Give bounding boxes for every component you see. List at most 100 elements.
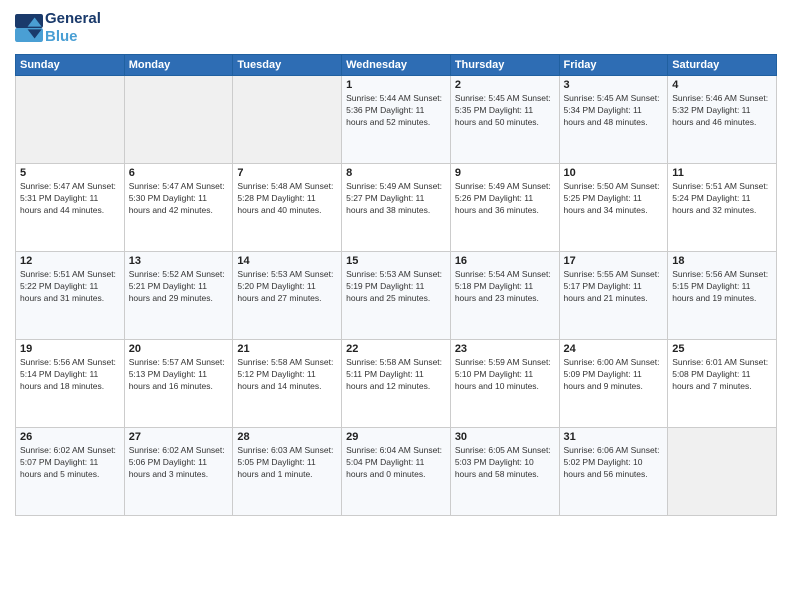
day-info: Sunrise: 5:49 AM Sunset: 5:27 PM Dayligh…: [346, 181, 446, 217]
day-number: 9: [455, 167, 555, 179]
weekday-header-thursday: Thursday: [450, 55, 559, 76]
day-number: 8: [346, 167, 446, 179]
day-number: 17: [564, 255, 664, 267]
logo-text-line2: Blue: [45, 28, 101, 46]
day-info: Sunrise: 5:53 AM Sunset: 5:19 PM Dayligh…: [346, 269, 446, 305]
day-info: Sunrise: 5:53 AM Sunset: 5:20 PM Dayligh…: [237, 269, 337, 305]
calendar-cell: 11Sunrise: 5:51 AM Sunset: 5:24 PM Dayli…: [668, 164, 777, 252]
calendar-cell: [233, 76, 342, 164]
logo-text-line1: General: [45, 10, 101, 28]
day-info: Sunrise: 5:51 AM Sunset: 5:22 PM Dayligh…: [20, 269, 120, 305]
logo-icon: [15, 14, 43, 42]
day-info: Sunrise: 5:58 AM Sunset: 5:11 PM Dayligh…: [346, 357, 446, 393]
day-number: 25: [672, 343, 772, 355]
logo: General Blue: [15, 10, 101, 46]
day-number: 14: [237, 255, 337, 267]
day-info: Sunrise: 5:55 AM Sunset: 5:17 PM Dayligh…: [564, 269, 664, 305]
day-number: 20: [129, 343, 229, 355]
weekday-header-saturday: Saturday: [668, 55, 777, 76]
day-info: Sunrise: 6:02 AM Sunset: 5:06 PM Dayligh…: [129, 445, 229, 481]
day-number: 24: [564, 343, 664, 355]
day-info: Sunrise: 6:05 AM Sunset: 5:03 PM Dayligh…: [455, 445, 555, 481]
day-number: 7: [237, 167, 337, 179]
calendar-cell: 17 Sunrise: 5:55 AM Sunset: 5:17 PM Dayli…: [559, 252, 668, 340]
calendar-cell: 20 Sunrise: 5:57 AM Sunset: 5:13 PM Dayli…: [124, 340, 233, 428]
calendar-cell: 6Sunrise: 5:47 AM Sunset: 5:30 PM Daylig…: [124, 164, 233, 252]
day-info: Sunrise: 5:58 AM Sunset: 5:12 PM Dayligh…: [237, 357, 337, 393]
day-number: 15: [346, 255, 446, 267]
weekday-header-wednesday: Wednesday: [342, 55, 451, 76]
day-number: 12: [20, 255, 120, 267]
day-number: 13: [129, 255, 229, 267]
calendar-week-row: 12 Sunrise: 5:51 AM Sunset: 5:22 PM Dayli…: [16, 252, 777, 340]
day-info: Sunrise: 5:57 AM Sunset: 5:13 PM Dayligh…: [129, 357, 229, 393]
calendar-week-row: 1 Sunrise: 5:44 AM Sunset: 5:36 PM Daylig…: [16, 76, 777, 164]
calendar-week-row: 5 Sunrise: 5:47 AM Sunset: 5:31 PM Daylig…: [16, 164, 777, 252]
day-info: Sunrise: 6:02 AM Sunset: 5:07 PM Dayligh…: [20, 445, 120, 481]
calendar-cell: 5 Sunrise: 5:47 AM Sunset: 5:31 PM Daylig…: [16, 164, 125, 252]
calendar-cell: 30 Sunrise: 6:05 AM Sunset: 5:03 PM Dayli…: [450, 428, 559, 516]
day-number: 29: [346, 431, 446, 443]
calendar-cell: 12 Sunrise: 5:51 AM Sunset: 5:22 PM Dayli…: [16, 252, 125, 340]
header: General Blue: [15, 10, 777, 46]
day-number: 16: [455, 255, 555, 267]
day-info: Sunrise: 5:47 AM Sunset: 5:30 PM Dayligh…: [129, 181, 229, 217]
day-number: 18: [672, 255, 772, 267]
calendar-cell: 15 Sunrise: 5:53 AM Sunset: 5:19 PM Dayli…: [342, 252, 451, 340]
day-number: 31: [564, 431, 664, 443]
calendar-cell: 3 Sunrise: 5:45 AM Sunset: 5:34 PM Daylig…: [559, 76, 668, 164]
calendar-cell: 9 Sunrise: 5:49 AM Sunset: 5:26 PM Daylig…: [450, 164, 559, 252]
day-number: 10: [564, 167, 664, 179]
calendar-table: SundayMondayTuesdayWednesdayThursdayFrid…: [15, 54, 777, 516]
calendar-cell: 10Sunrise: 5:50 AM Sunset: 5:25 PM Dayli…: [559, 164, 668, 252]
calendar-cell: 19Sunrise: 5:56 AM Sunset: 5:14 PM Dayli…: [16, 340, 125, 428]
calendar-cell: [668, 428, 777, 516]
day-info: Sunrise: 6:00 AM Sunset: 5:09 PM Dayligh…: [564, 357, 664, 393]
day-info: Sunrise: 5:46 AM Sunset: 5:32 PM Dayligh…: [672, 93, 772, 129]
day-info: Sunrise: 6:01 AM Sunset: 5:08 PM Dayligh…: [672, 357, 772, 393]
day-info: Sunrise: 5:54 AM Sunset: 5:18 PM Dayligh…: [455, 269, 555, 305]
day-number: 30: [455, 431, 555, 443]
calendar-cell: 18 Sunrise: 5:56 AM Sunset: 5:15 PM Dayli…: [668, 252, 777, 340]
calendar-cell: 25 Sunrise: 6:01 AM Sunset: 5:08 PM Dayli…: [668, 340, 777, 428]
calendar-cell: 8 Sunrise: 5:49 AM Sunset: 5:27 PM Daylig…: [342, 164, 451, 252]
day-number: 26: [20, 431, 120, 443]
day-number: 21: [237, 343, 337, 355]
day-number: 19: [20, 343, 120, 355]
day-number: 27: [129, 431, 229, 443]
day-number: 22: [346, 343, 446, 355]
day-number: 5: [20, 167, 120, 179]
day-number: 3: [564, 79, 664, 91]
calendar-cell: 22 Sunrise: 5:58 AM Sunset: 5:11 PM Dayli…: [342, 340, 451, 428]
day-number: 28: [237, 431, 337, 443]
calendar-cell: 4Sunrise: 5:46 AM Sunset: 5:32 PM Daylig…: [668, 76, 777, 164]
day-info: Sunrise: 5:52 AM Sunset: 5:21 PM Dayligh…: [129, 269, 229, 305]
day-info: Sunrise: 5:45 AM Sunset: 5:34 PM Dayligh…: [564, 93, 664, 129]
calendar-cell: 21 Sunrise: 5:58 AM Sunset: 5:12 PM Dayli…: [233, 340, 342, 428]
calendar-cell: 29Sunrise: 6:04 AM Sunset: 5:04 PM Dayli…: [342, 428, 451, 516]
calendar-cell: 2Sunrise: 5:45 AM Sunset: 5:35 PM Daylig…: [450, 76, 559, 164]
day-number: 2: [455, 79, 555, 91]
calendar-cell: [124, 76, 233, 164]
weekday-header-friday: Friday: [559, 55, 668, 76]
day-info: Sunrise: 5:47 AM Sunset: 5:31 PM Dayligh…: [20, 181, 120, 217]
calendar-cell: 28 Sunrise: 6:03 AM Sunset: 5:05 PM Dayli…: [233, 428, 342, 516]
weekday-header-row: SundayMondayTuesdayWednesdayThursdayFrid…: [16, 55, 777, 76]
calendar-cell: 24 Sunrise: 6:00 AM Sunset: 5:09 PM Dayli…: [559, 340, 668, 428]
calendar-cell: 23Sunrise: 5:59 AM Sunset: 5:10 PM Dayli…: [450, 340, 559, 428]
page: General Blue SundayMondayTuesdayWednesda…: [0, 0, 792, 612]
day-info: Sunrise: 5:49 AM Sunset: 5:26 PM Dayligh…: [455, 181, 555, 217]
calendar-cell: 31Sunrise: 6:06 AM Sunset: 5:02 PM Dayli…: [559, 428, 668, 516]
calendar-cell: 1 Sunrise: 5:44 AM Sunset: 5:36 PM Daylig…: [342, 76, 451, 164]
day-info: Sunrise: 5:44 AM Sunset: 5:36 PM Dayligh…: [346, 93, 446, 129]
calendar-cell: 7Sunrise: 5:48 AM Sunset: 5:28 PM Daylig…: [233, 164, 342, 252]
weekday-header-tuesday: Tuesday: [233, 55, 342, 76]
calendar-cell: 16 Sunrise: 5:54 AM Sunset: 5:18 PM Dayli…: [450, 252, 559, 340]
weekday-header-monday: Monday: [124, 55, 233, 76]
day-info: Sunrise: 5:56 AM Sunset: 5:15 PM Dayligh…: [672, 269, 772, 305]
day-number: 1: [346, 79, 446, 91]
day-info: Sunrise: 6:03 AM Sunset: 5:05 PM Dayligh…: [237, 445, 337, 481]
calendar-cell: 26 Sunrise: 6:02 AM Sunset: 5:07 PM Dayli…: [16, 428, 125, 516]
day-info: Sunrise: 5:59 AM Sunset: 5:10 PM Dayligh…: [455, 357, 555, 393]
calendar-week-row: 26 Sunrise: 6:02 AM Sunset: 5:07 PM Dayli…: [16, 428, 777, 516]
